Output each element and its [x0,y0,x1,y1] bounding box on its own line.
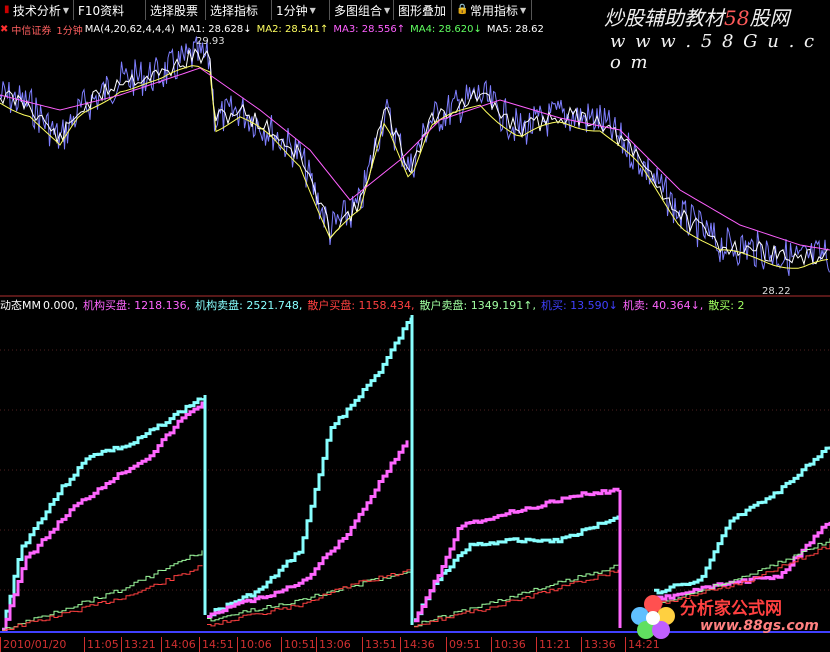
time-tick: 13:36 [581,637,625,652]
indicator-panel-header: 动态MM 0.000, 机构买盘: 1218.136, 机构卖盘: 2521.7… [0,298,749,313]
time-tick: 2010/01/20 [0,637,84,652]
chevron-down-icon[interactable]: ▼ [520,6,526,15]
jm-value: 机买: 13.590↓ [540,299,618,312]
time-tick: 10:36 [491,637,536,652]
chevron-down-icon[interactable]: ▼ [310,6,316,15]
jg-buy-value: 机构买盘: 1218.136, [82,299,191,312]
period-label: 1分钟 [56,25,83,37]
toolbar-button-4[interactable]: 选择指标 [206,0,272,20]
ma3-line [0,67,830,251]
indicator-chart [2,315,830,632]
toolbar-button-label: 图形叠加 [398,3,447,18]
toolbar-button-2[interactable]: F10资料 [74,0,146,20]
indicator-value: 0.000, [42,298,78,312]
sh-sell-value: 散户卖盘: 1349.191↑, [419,299,536,312]
site-logo: 分析家公式网 www.88gs.com [628,592,828,640]
toolbar-button-label: F10资料 [78,3,125,18]
indicator-name: 动态MM [0,299,41,312]
toolbar-button-7[interactable]: 图形叠加 [394,0,452,20]
ma1-value: MA1: 28.628↓ [179,23,252,35]
toolbar-button-5[interactable]: 1分钟 ▼ [272,0,330,20]
toolbar-button-label: 选择股票 [150,3,199,18]
toolbar-button-3[interactable]: 选择股票 [146,0,206,20]
jg-buy-line [2,401,204,632]
toolbar-button-1[interactable]: ▮ 技术分析 ▼ [0,0,74,20]
time-tick: 14:51 [199,637,237,652]
ma4-value: MA4: 28.620↓ [410,23,482,35]
time-tick: 11:21 [536,637,581,652]
jg-sell-line-4 [654,446,830,595]
jg-buy-line-3 [414,487,620,623]
lock-icon: 🔒 [456,4,469,15]
sh-buy-value: 散户买盘: 1158.434, [307,299,415,312]
ma1-line [0,48,829,267]
low-price-label: 28.22 [762,286,791,297]
logo-url: www.88gs.com [700,618,819,634]
ma3-value: MA3: 28.556↑ [333,23,406,35]
time-tick: 13:51 [362,637,400,652]
logo-title: 分析家公式网 [680,599,782,619]
chart-area[interactable]: 29.93 28.22 [0,0,830,637]
time-tick: 10:51 [281,637,316,652]
time-tick: 11:05 [84,637,121,652]
stock-name: 中信证券 [11,25,52,37]
chart-app-icon: ▮ [4,4,10,15]
time-tick: 10:06 [237,637,281,652]
sh-buy-line-3 [414,569,619,628]
price-panel-header: ✖ 中信证券 1分钟 MA(4,20,62,4,4,4) MA1: 28.628… [0,22,549,37]
time-tick: 14:36 [400,637,446,652]
chevron-down-icon[interactable]: ▼ [384,6,390,15]
ma5-value: MA5: 28.62 [486,23,544,35]
ma2-value: MA2: 28.541↑ [256,23,329,35]
time-tick: 13:21 [121,637,161,652]
toolbar-button-label: 技术分析 [12,3,61,18]
panel-close-icon[interactable]: ✖ [0,24,8,35]
time-tick: 09:51 [446,637,491,652]
toolbar-button-label: 选择指标 [210,3,259,18]
toolbar-button-label: 多图组合 [334,3,383,18]
chart-grid [0,349,830,591]
high-price-label: 29.93 [196,36,225,47]
jg-sell-line-2 [207,317,413,619]
toolbar-button-label: 常用指标 [470,3,519,18]
js-value: 机卖: 40.364↓, [622,299,704,312]
chevron-down-icon[interactable]: ▼ [63,6,69,15]
toolbar-button-8[interactable]: 🔒 常用指标 ▼ [452,0,532,20]
jg-buy-line-4 [654,521,830,601]
toolbar-button-label: 1分钟 [276,3,308,18]
watermark-title: 炒股辅助教材58股网 [604,6,790,30]
ma2-line [0,65,829,269]
watermark-url: w w w . 5 8 G u . c o m [610,31,817,73]
time-tick: 13:06 [316,637,362,652]
sm-value: 散买: 2 [708,299,745,312]
ma-definition: MA(4,20,62,4,4,4) [84,23,175,35]
toolbar-button-6[interactable]: 多图组合 ▼ [330,0,394,20]
flower-logo-icon [631,595,675,639]
time-tick: 14:06 [161,637,199,652]
jg-sell-value: 机构卖盘: 2521.748, [195,299,303,312]
